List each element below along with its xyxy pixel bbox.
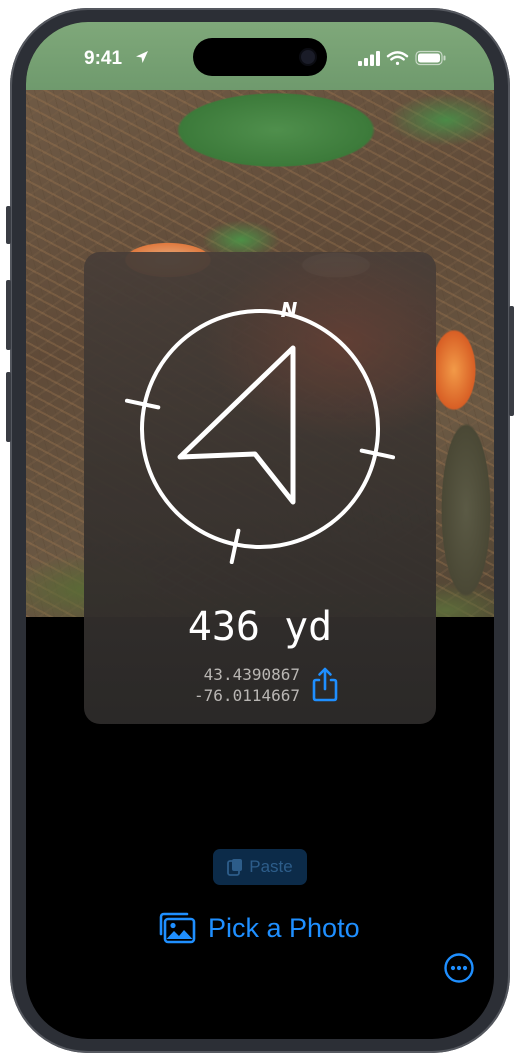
paste-label: Paste: [249, 857, 293, 876]
distance-value: 436 yd: [187, 604, 333, 650]
front-camera: [301, 50, 315, 64]
volume-up-button: [6, 280, 11, 350]
status-time: 9:41: [84, 48, 123, 69]
wifi-icon: [386, 51, 409, 65]
pick-photo-button[interactable]: Pick a Photo: [156, 908, 360, 948]
cellular-signal-icon: [358, 51, 380, 66]
location-arrow-icon: [136, 51, 148, 63]
volume-down-button: [6, 372, 11, 442]
clipboard-icon: [227, 859, 243, 876]
status-icons: [358, 50, 446, 66]
latitude-value: 43.4390867: [203, 665, 300, 684]
navigation-arrow-icon: [177, 345, 296, 505]
screen: 9:41 N 436 yd 43.4390867 -76.0114667 Pas…: [26, 22, 494, 1039]
coordinates: 43.4390867 -76.0114667: [194, 664, 300, 706]
action-button: [6, 206, 11, 244]
share-icon[interactable]: [310, 666, 340, 702]
power-button: [509, 306, 514, 416]
compass-dial: N: [124, 298, 396, 565]
pick-photo-label: Pick a Photo: [208, 912, 360, 943]
status-bar: 9:41: [26, 22, 494, 90]
dynamic-island: [193, 38, 327, 76]
compass-card: N 436 yd 43.4390867 -76.0114667: [84, 252, 436, 724]
paste-button[interactable]: Paste: [213, 849, 307, 885]
compass-ring: [140, 309, 380, 549]
battery-icon: [415, 50, 446, 66]
longitude-value: -76.0114667: [194, 686, 300, 705]
north-label: N: [281, 298, 298, 322]
ellipsis-circle-icon[interactable]: [443, 952, 475, 984]
photos-icon: [159, 912, 196, 944]
